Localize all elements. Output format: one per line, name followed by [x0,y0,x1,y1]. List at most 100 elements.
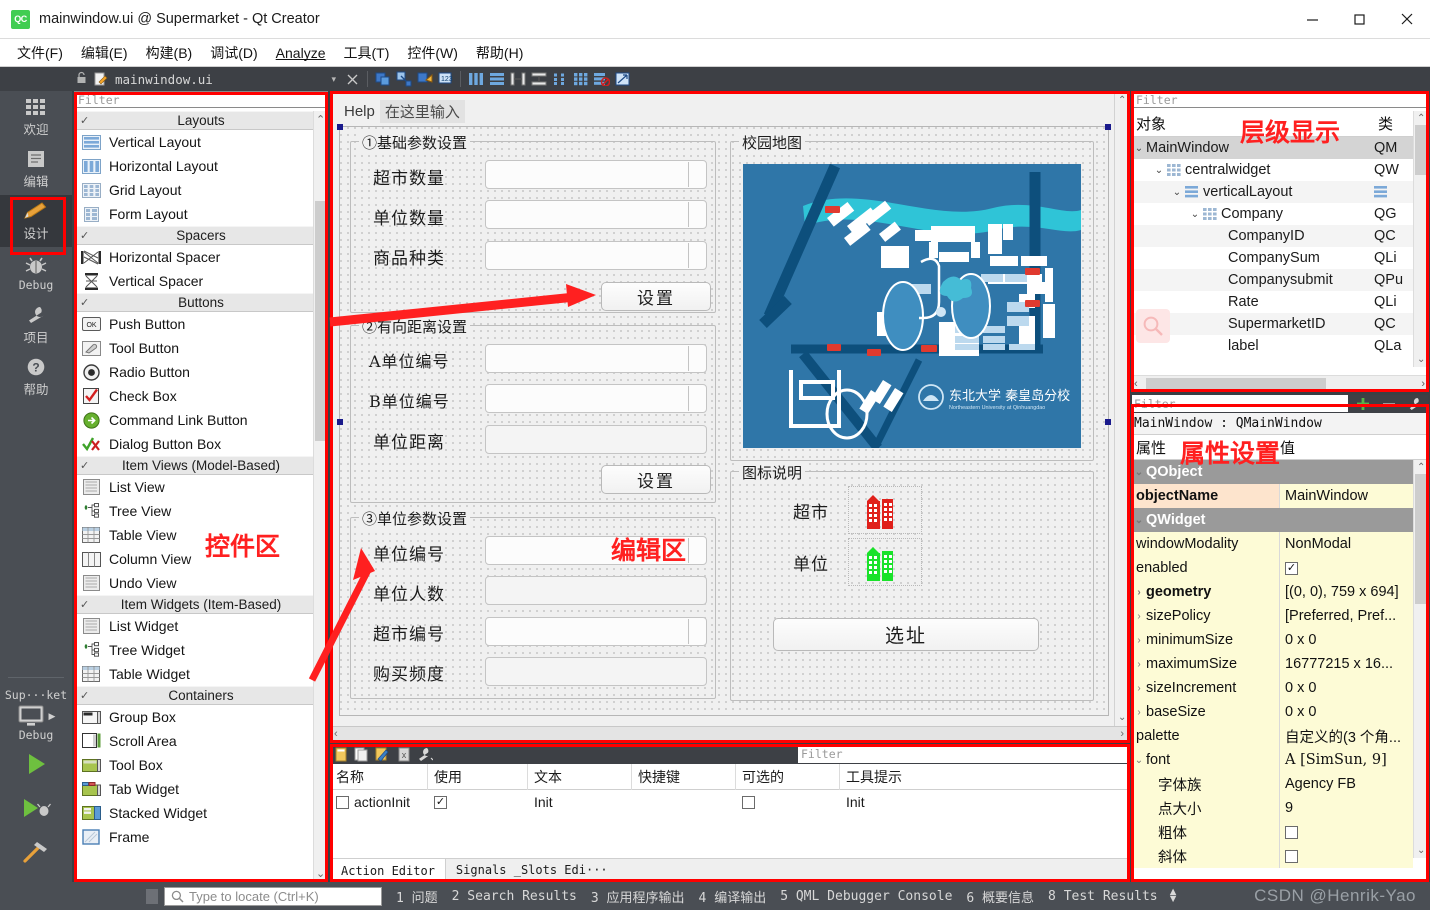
action-shortcut-cell[interactable] [632,790,736,814]
input-purchase-frequency[interactable] [485,657,707,686]
chevron-down-icon[interactable]: ⌄ [1132,143,1146,154]
property-group-qobject[interactable]: ⌄ QObject [1132,460,1413,484]
column-header-used[interactable]: 使用 [428,764,528,790]
property-row-objectname[interactable]: objectName MainWindow [1132,484,1413,508]
action-select-checkbox[interactable] [336,795,349,809]
edit-tab-order-icon[interactable]: 123 [435,68,456,90]
property-value[interactable]: 自定义的(3 个角... [1280,724,1413,748]
edit-signals-slots-icon[interactable] [393,68,414,90]
widget-item-tool-button[interactable]: Tool Button [74,336,328,360]
break-layout-icon[interactable] [591,68,612,90]
menu-widget[interactable]: 控件(W) [398,40,467,66]
property-row-font-italic[interactable]: 斜体 [1132,844,1413,868]
widget-item-frame[interactable]: Frame [74,825,328,849]
input-unit-a-id[interactable] [485,344,707,373]
start-debugging-button[interactable] [0,786,72,830]
scrollbar-thumb[interactable] [315,201,327,441]
property-row-font-pointsize[interactable]: 点大小 9 [1132,796,1413,820]
widget-category-containers[interactable]: ✓ Containers [74,686,328,705]
widget-item-tree-view[interactable]: Tree View [74,499,328,523]
scroll-down-icon[interactable]: ⌄ [1417,845,1425,856]
scrollbar-thumb[interactable] [1146,378,1326,390]
action-text-cell[interactable]: Init [528,790,632,814]
input-unit-b-id[interactable] [485,384,707,413]
property-value[interactable]: 0 x 0 [1280,700,1413,724]
remove-icon[interactable] [1376,395,1402,413]
menu-tools[interactable]: 工具(T) [334,40,398,66]
output-pane-summary[interactable]: 6 概要信息 [966,887,1034,906]
scroll-down-icon[interactable]: ⌄ [1118,712,1126,723]
mode-design[interactable]: 设计 [0,195,72,247]
property-row-basesize[interactable]: › baseSize 0 x 0 [1132,700,1413,724]
property-value[interactable]: A [SimSun, 9] [1280,748,1413,772]
tree-item-rate[interactable]: Rate QLi [1132,291,1428,313]
widget-item-command-link-button[interactable]: Command Link Button [74,408,328,432]
mode-edit[interactable]: 编辑 [0,143,72,195]
action-tooltip-cell[interactable]: Init [840,790,1130,814]
property-value[interactable]: [(0, 0), 759 x 694] [1280,580,1413,604]
tree-item-companysubmit[interactable]: Companysubmit QPu [1132,269,1428,291]
group-legend[interactable]: 图标说明 超市 单位 选址 [730,462,1094,701]
scrollbar-thumb[interactable] [1415,125,1427,175]
column-header-shortcut[interactable]: 快捷键 [632,764,736,790]
scroll-up-icon[interactable]: ⌃ [1417,462,1425,473]
property-row-font-bold[interactable]: 粗体 [1132,820,1413,844]
form-editor-hscrollbar[interactable]: ‹ › [331,726,1129,741]
widget-item-group-box[interactable]: Group Box [74,705,328,729]
menu-help[interactable]: 帮助(H) [467,40,532,66]
output-pane-test[interactable]: 8 Test Results [1048,889,1158,904]
layout-vertically-icon[interactable] [486,68,507,90]
tree-item-supermarketid[interactable]: SupermarketID QC [1132,313,1428,335]
chevron-right-icon[interactable]: › [1132,683,1146,694]
chevron-down-icon[interactable]: ⌄ [1132,508,1146,532]
button-distance-settings[interactable]: 设置 [601,465,711,494]
build-button[interactable] [0,830,72,874]
input-goods-category[interactable] [485,241,707,270]
widget-category-spacers[interactable]: ✓ Spacers [74,226,328,245]
open-file-selector[interactable]: mainwindow.ui ▾ [72,71,342,87]
form-menu-placeholder[interactable]: 在这里输入 [379,99,465,123]
menu-debug[interactable]: 调试(D) [201,40,266,66]
chevron-down-icon[interactable]: ⌄ [1152,165,1166,176]
property-row-enabled[interactable]: enabled ✓ [1132,556,1413,580]
widget-item-grid-layout[interactable]: Grid Layout [74,178,328,202]
layout-form-icon[interactable] [549,68,570,90]
property-group-qwidget[interactable]: ⌄ QWidget [1132,508,1413,532]
group-campus-map[interactable]: 校园地图 东北大学 秦皇岛分校 Northeastern University … [730,132,1094,461]
edit-icon[interactable] [372,744,393,764]
object-tree-vscrollbar[interactable]: ⌃ ⌄ [1413,111,1428,367]
widget-item-tab-widget[interactable]: Tab Widget [74,777,328,801]
form-editor-vscrollbar[interactable]: ⌃ ⌄ [1114,92,1129,726]
action-name-cell[interactable]: actionInit [330,790,428,814]
property-value[interactable]: Agency FB [1280,772,1413,796]
property-row-minimumsize[interactable]: › minimumSize 0 x 0 [1132,628,1413,652]
column-header-text[interactable]: 文本 [528,764,632,790]
column-header-object[interactable]: 对象 [1132,111,1374,136]
minimize-button[interactable] [1289,0,1336,39]
mode-welcome[interactable]: 欢迎 [0,91,72,143]
layout-grid-icon[interactable] [570,68,591,90]
widget-category-item-widgets[interactable]: ✓ Item Widgets (Item-Based) [74,595,328,614]
object-tree-filter[interactable]: Filter [1132,91,1428,108]
mode-projects[interactable]: 项目 [0,299,72,351]
action-used-cell[interactable]: ✓ [428,790,528,814]
column-header-name[interactable]: 名称 [330,764,428,790]
property-value[interactable]: [Preferred, Pref... [1280,604,1413,628]
tree-item-mainwindow[interactable]: ⌄ MainWindow QM [1132,137,1428,159]
input-supermarket-count[interactable] [485,160,707,189]
widget-category-buttons[interactable]: ✓ Buttons [74,293,328,312]
widget-category-item-views[interactable]: ✓ Item Views (Model-Based) [74,456,328,475]
widget-item-scroll-area[interactable]: Scroll Area [74,729,328,753]
scroll-right-icon[interactable]: › [1421,378,1428,390]
menu-build[interactable]: 构建(B) [137,40,202,66]
property-row-maximumsize[interactable]: › maximumSize 16777215 x 16... [1132,652,1413,676]
widget-item-dialog-button-box[interactable]: Dialog Button Box [74,432,328,456]
scroll-left-icon[interactable]: ‹ [1132,378,1138,390]
scroll-right-icon[interactable]: › [1120,728,1129,740]
locator-input[interactable]: Type to locate (Ctrl+K) [164,886,382,906]
chevron-down-icon[interactable]: ⌄ [1132,460,1146,484]
output-pane-search[interactable]: 2 Search Results [452,889,577,904]
property-value[interactable]: ✓ [1280,556,1413,580]
action-checkable-checkbox[interactable] [742,795,755,809]
input-unit-distance[interactable] [485,425,707,454]
